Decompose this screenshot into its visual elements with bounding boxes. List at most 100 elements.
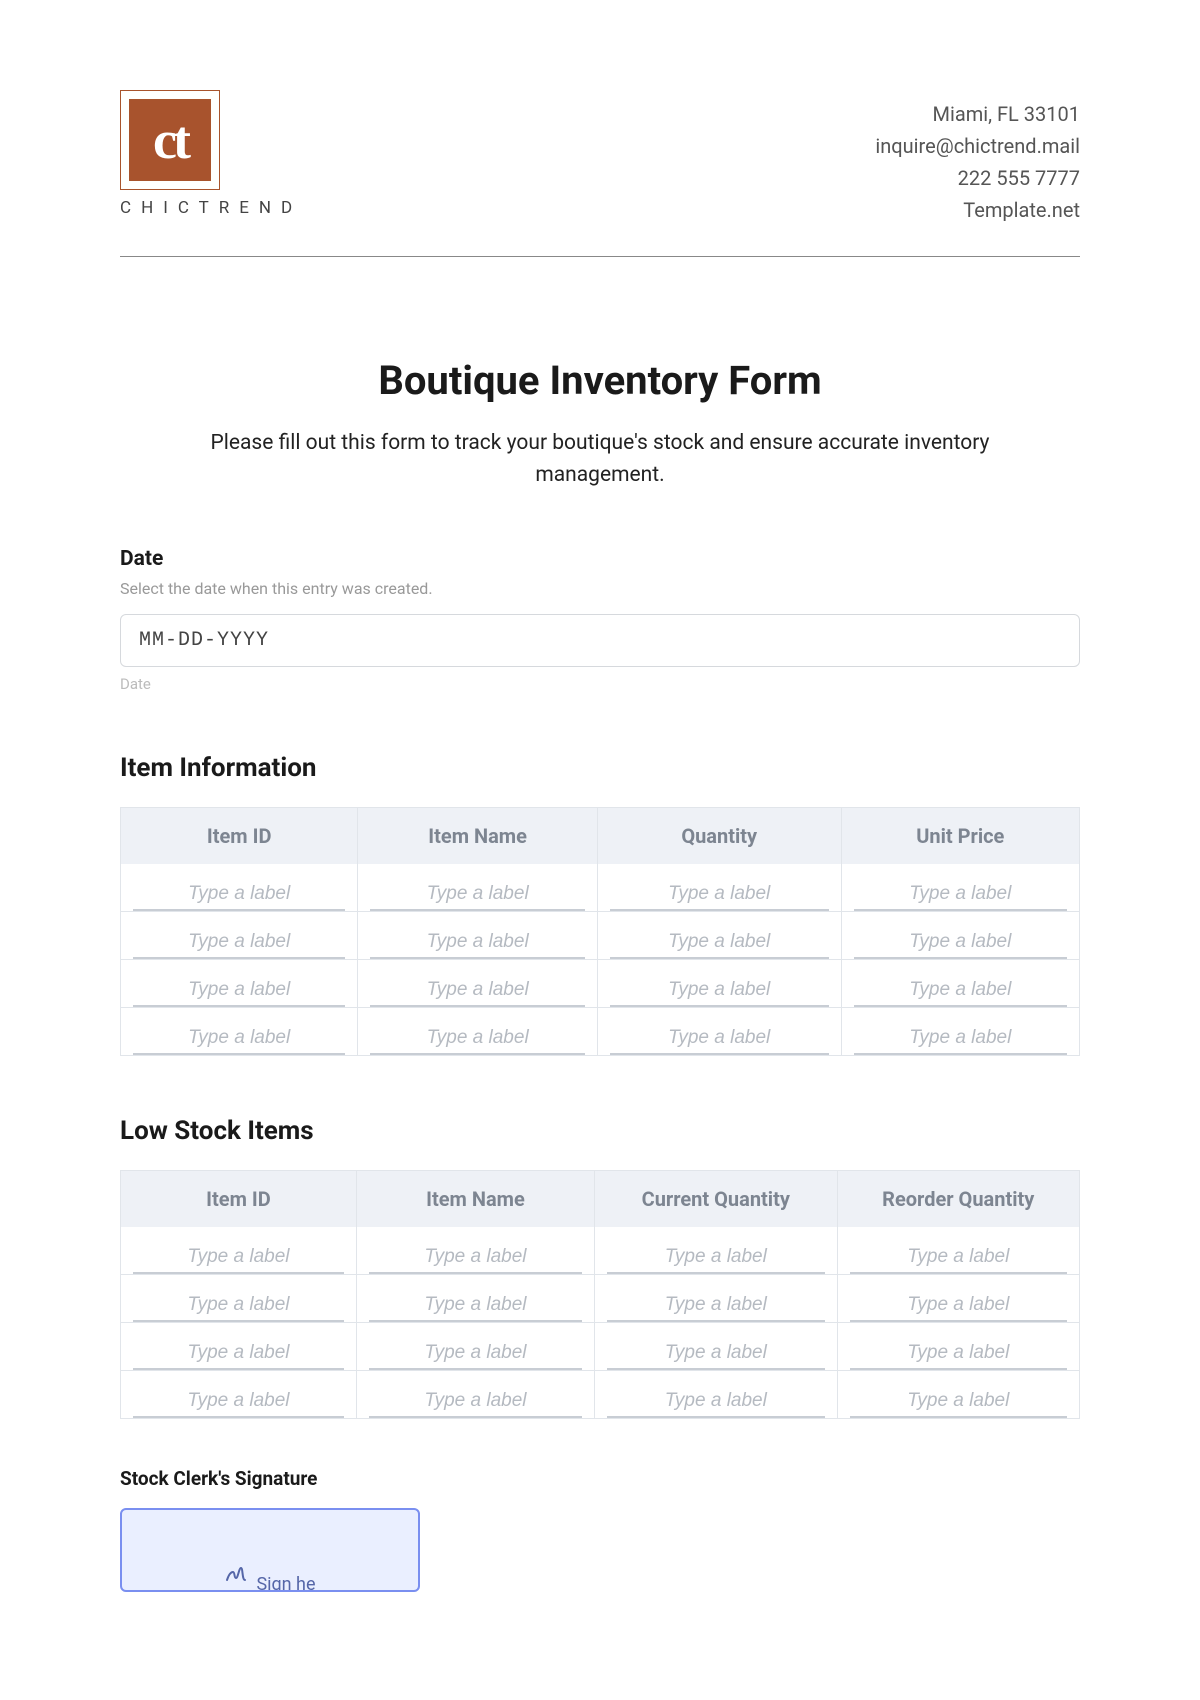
table-row [120,912,1080,960]
table-row [120,864,1080,912]
table-cell [356,1371,594,1419]
low-stock-heading: Low Stock Items [120,1116,1080,1146]
low-stock-cell-input[interactable] [607,1384,824,1418]
low-stock-cell-input[interactable] [850,1336,1067,1370]
table-cell [120,1371,356,1419]
item-info-cell-input[interactable] [610,925,829,959]
item-info-cell-input[interactable] [610,877,829,911]
table-cell [837,1323,1080,1371]
contact-site: Template.net [875,194,1080,226]
table-cell [120,912,357,960]
low-stock-col-1: Item Name [356,1170,594,1227]
item-info-col-0: Item ID [120,807,357,864]
table-row [120,1323,1080,1371]
table-cell [357,864,597,912]
table-cell [120,960,357,1008]
item-info-cell-input[interactable] [610,1021,829,1055]
low-stock-cell-input[interactable] [369,1384,582,1418]
contact-phone: 222 555 7777 [875,162,1080,194]
low-stock-cell-input[interactable] [133,1240,344,1274]
table-cell [594,1275,836,1323]
item-info-cell-input[interactable] [854,925,1067,959]
signature-label: Stock Clerk's Signature [120,1467,1080,1490]
table-cell [597,1008,841,1056]
item-info-cell-input[interactable] [370,877,585,911]
low-stock-cell-input[interactable] [133,1288,344,1322]
low-stock-cell-input[interactable] [607,1288,824,1322]
item-info-table: Item ID Item Name Quantity Unit Price [120,807,1080,1056]
item-info-cell-input[interactable] [133,877,345,911]
table-row [120,1008,1080,1056]
contact-email: inquire@chictrend.mail [875,130,1080,162]
page-description: Please fill out this form to track your … [190,428,1010,491]
item-info-cell-input[interactable] [133,973,345,1007]
table-cell [357,912,597,960]
table-cell [841,864,1080,912]
date-help: Select the date when this entry was crea… [120,579,1080,598]
table-cell [120,1008,357,1056]
table-cell [356,1275,594,1323]
date-label: Date [120,547,1080,571]
page-title: Boutique Inventory Form [120,357,1080,404]
table-row [120,1227,1080,1275]
item-info-cell-input[interactable] [854,877,1067,911]
table-row [120,1275,1080,1323]
table-cell [594,1371,836,1419]
item-info-cell-input[interactable] [370,1021,585,1055]
table-cell [837,1227,1080,1275]
logo-glyph: ct [129,99,211,181]
date-input[interactable] [120,614,1080,667]
table-cell [357,1008,597,1056]
item-info-cell-input[interactable] [370,973,585,1007]
table-cell [841,1008,1080,1056]
table-cell [837,1371,1080,1419]
table-cell [120,1275,356,1323]
low-stock-cell-input[interactable] [850,1384,1067,1418]
low-stock-cell-input[interactable] [850,1240,1067,1274]
contact-block: Miami, FL 33101 inquire@chictrend.mail 2… [875,90,1080,226]
table-cell [841,960,1080,1008]
table-cell [594,1227,836,1275]
table-row [120,960,1080,1008]
item-info-col-3: Unit Price [841,807,1080,864]
item-info-cell-input[interactable] [133,925,345,959]
contact-address: Miami, FL 33101 [875,98,1080,130]
low-stock-cell-input[interactable] [850,1288,1067,1322]
date-caption: Date [120,675,1080,693]
brand-name: CHICTREND [120,198,302,218]
table-cell [594,1323,836,1371]
table-cell [120,1227,356,1275]
low-stock-col-2: Current Quantity [594,1170,836,1227]
item-info-cell-input[interactable] [854,1021,1067,1055]
item-info-cell-input[interactable] [370,925,585,959]
table-cell [357,960,597,1008]
low-stock-cell-input[interactable] [133,1384,344,1418]
date-field-group: Date Select the date when this entry was… [120,547,1080,693]
signature-icon [224,1562,248,1586]
item-info-cell-input[interactable] [854,973,1067,1007]
low-stock-cell-input[interactable] [133,1336,344,1370]
low-stock-cell-input[interactable] [369,1336,582,1370]
table-cell [597,912,841,960]
table-cell [356,1227,594,1275]
low-stock-cell-input[interactable] [369,1288,582,1322]
header: ct CHICTREND Miami, FL 33101 inquire@chi… [120,90,1080,257]
table-cell [597,960,841,1008]
table-row [120,1371,1080,1419]
item-info-col-2: Quantity [597,807,841,864]
low-stock-cell-input[interactable] [607,1336,824,1370]
low-stock-cell-input[interactable] [607,1240,824,1274]
table-cell [120,1323,356,1371]
low-stock-col-0: Item ID [120,1170,356,1227]
item-info-col-1: Item Name [357,807,597,864]
item-info-cell-input[interactable] [133,1021,345,1055]
table-cell [597,864,841,912]
table-cell [356,1323,594,1371]
signature-box[interactable]: Sign he [120,1508,420,1592]
logo-mark: ct [120,90,220,190]
table-cell [837,1275,1080,1323]
item-info-cell-input[interactable] [610,973,829,1007]
logo-block: ct CHICTREND [120,90,302,218]
low-stock-col-3: Reorder Quantity [837,1170,1080,1227]
low-stock-cell-input[interactable] [369,1240,582,1274]
